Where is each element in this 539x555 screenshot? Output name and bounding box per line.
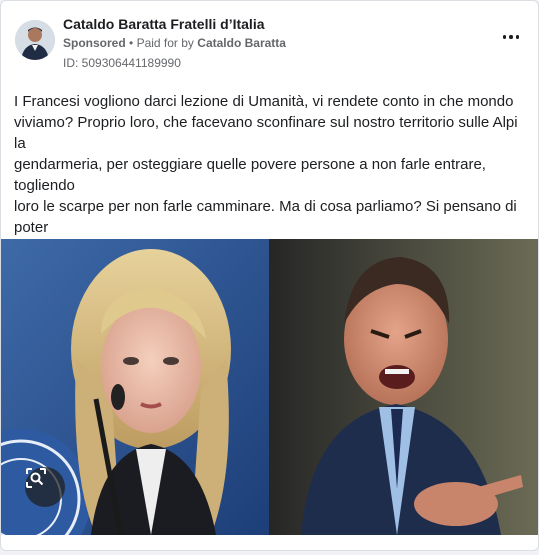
payer-name: Cataldo Baratta xyxy=(197,36,286,50)
ad-image[interactable] xyxy=(1,239,538,535)
ad-header: Cataldo Baratta Fratelli d’Italia Sponso… xyxy=(15,15,524,71)
sponsored-label: Sponsored xyxy=(63,36,126,50)
paid-for-by-label: Paid for by xyxy=(136,36,194,50)
more-dots-icon[interactable] xyxy=(498,29,524,45)
avatar[interactable] xyxy=(15,20,55,60)
ad-id: ID: 509306441189990 xyxy=(63,56,181,70)
ad-card: Cataldo Baratta Fratelli d’Italia Sponso… xyxy=(0,0,539,551)
advertiser-name[interactable]: Cataldo Baratta Fratelli d’Italia xyxy=(63,16,265,32)
meta-separator: • xyxy=(129,36,134,50)
sponsored-line: Sponsored • Paid for by Cataldo Baratta xyxy=(63,36,286,50)
lens-icon[interactable] xyxy=(25,467,65,507)
